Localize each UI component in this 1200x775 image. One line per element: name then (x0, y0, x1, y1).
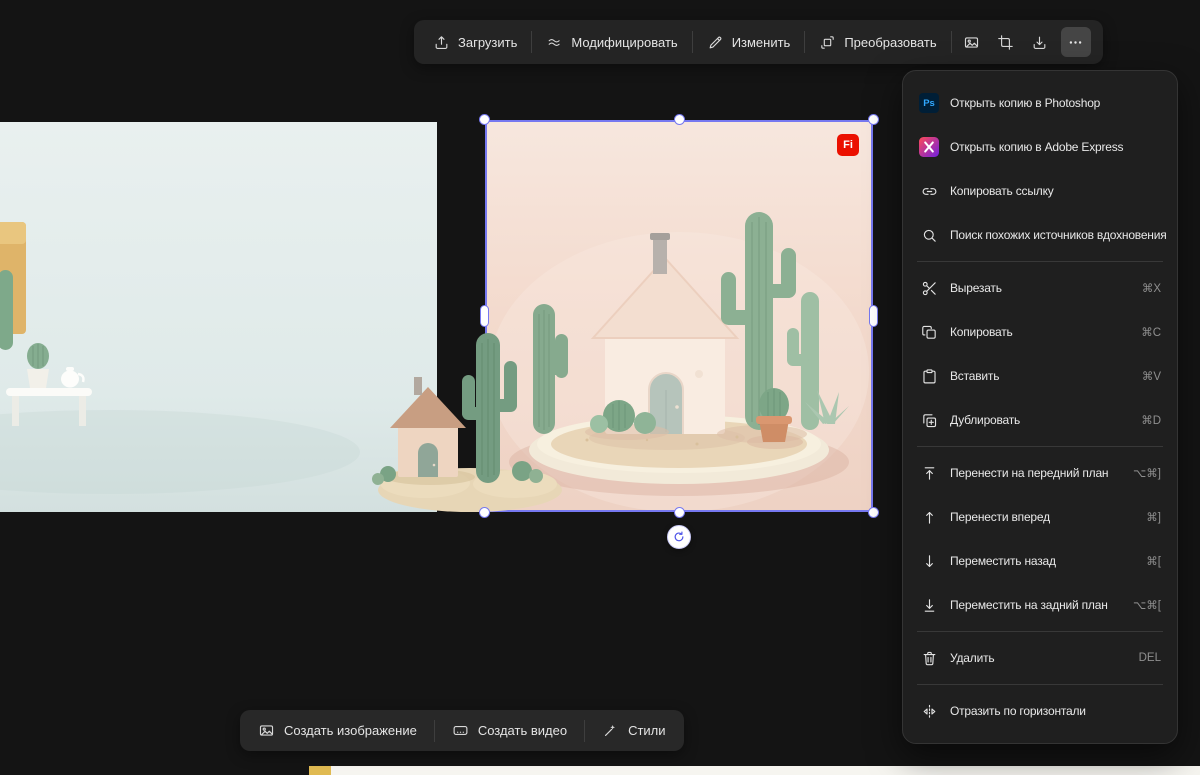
bottom-image-sliver-white[interactable] (331, 766, 1200, 775)
bottom-image-sliver-yellow[interactable] (309, 766, 331, 775)
search-icon (919, 225, 939, 245)
create-image-label: Создать изображение (284, 723, 417, 738)
flip-horizontal-icon (919, 701, 939, 721)
menu-item-bring-to-front[interactable]: Перенести на передний план ⌥⌘] (903, 451, 1177, 495)
menu-item-flip-horizontal[interactable]: Отразить по горизонтали (903, 689, 1177, 733)
edit-label: Изменить (732, 35, 791, 50)
firefly-badge: Fi (837, 134, 859, 156)
divider (917, 631, 1163, 632)
modify-waves-icon (546, 34, 563, 51)
upload-label: Загрузить (458, 35, 517, 50)
crop-button[interactable] (989, 26, 1023, 58)
modify-button[interactable]: Модифицировать (535, 26, 688, 58)
download-button[interactable] (1023, 26, 1057, 58)
canvas-image-small-house[interactable] (370, 325, 570, 520)
selection-handle-top-right[interactable] (868, 114, 879, 125)
download-icon (1031, 34, 1048, 51)
styles-label: Стили (628, 723, 665, 738)
transform-icon (819, 34, 836, 51)
create-image-button[interactable]: Создать изображение (244, 714, 431, 747)
more-options-button[interactable] (1061, 27, 1091, 57)
edit-button[interactable]: Изменить (696, 26, 802, 58)
selection-handle-top-middle[interactable] (674, 114, 685, 125)
top-toolbar: Загрузить Модифицировать Изменить Преобр… (414, 20, 1103, 64)
send-to-back-icon (919, 595, 939, 615)
rotate-arrow-icon (672, 530, 686, 544)
menu-item-copy[interactable]: Копировать ⌘C (903, 310, 1177, 354)
divider (692, 31, 693, 53)
selection-handle-middle-right[interactable] (869, 305, 878, 327)
copy-icon (919, 322, 939, 342)
duplicate-icon (919, 410, 939, 430)
trash-icon (919, 648, 939, 668)
divider (434, 720, 435, 742)
adobe-express-icon (919, 137, 939, 157)
transform-label: Преобразовать (844, 35, 936, 50)
bottom-toolbar: Создать изображение Создать видео Стили (240, 710, 684, 751)
divider (917, 684, 1163, 685)
rotate-handle[interactable] (667, 525, 691, 549)
bring-forward-icon (919, 507, 939, 527)
divider (917, 446, 1163, 447)
menu-item-duplicate[interactable]: Дублировать ⌘D (903, 398, 1177, 442)
link-icon (919, 181, 939, 201)
create-video-icon (452, 722, 469, 739)
pencil-icon (707, 34, 724, 51)
create-video-button[interactable]: Создать видео (438, 714, 581, 747)
selection-handle-bottom-right[interactable] (868, 507, 879, 518)
menu-item-open-express[interactable]: Открыть копию в Adobe Express (903, 125, 1177, 169)
divider (804, 31, 805, 53)
canvas[interactable]: Fi (0, 0, 1200, 775)
photoshop-icon: Ps (919, 93, 939, 113)
upload-icon (433, 34, 450, 51)
menu-item-search-similar[interactable]: Поиск похожих источников вдохновения (903, 213, 1177, 257)
modify-label: Модифицировать (571, 35, 677, 50)
scissors-icon (919, 278, 939, 298)
image-icon (963, 34, 980, 51)
divider (951, 31, 952, 53)
selection-handle-middle-left[interactable] (480, 305, 489, 327)
styles-wand-icon (602, 722, 619, 739)
image-tool-button[interactable] (955, 26, 989, 58)
divider (531, 31, 532, 53)
divider (584, 720, 585, 742)
styles-button[interactable]: Стили (588, 714, 679, 747)
menu-item-paste[interactable]: Вставить ⌘V (903, 354, 1177, 398)
crop-icon (997, 34, 1014, 51)
menu-item-delete[interactable]: Удалить DEL (903, 636, 1177, 680)
ellipsis-icon (1067, 34, 1084, 51)
transform-button[interactable]: Преобразовать (808, 26, 947, 58)
upload-button[interactable]: Загрузить (422, 26, 528, 58)
bring-to-front-icon (919, 463, 939, 483)
menu-item-copy-link[interactable]: Копировать ссылку (903, 169, 1177, 213)
menu-item-send-backward[interactable]: Переместить назад ⌘[ (903, 539, 1177, 583)
menu-item-bring-forward[interactable]: Перенести вперед ⌘] (903, 495, 1177, 539)
small-house-artwork (370, 325, 570, 520)
menu-item-cut[interactable]: Вырезать ⌘X (903, 266, 1177, 310)
context-menu: Ps Открыть копию в Photoshop Открыть коп… (902, 70, 1178, 744)
create-image-icon (258, 722, 275, 739)
divider (917, 261, 1163, 262)
selection-handle-bottom-middle[interactable] (674, 507, 685, 518)
menu-item-open-photoshop[interactable]: Ps Открыть копию в Photoshop (903, 81, 1177, 125)
selection-handle-top-left[interactable] (479, 114, 490, 125)
send-backward-icon (919, 551, 939, 571)
menu-item-send-to-back[interactable]: Переместить на задний план ⌥⌘[ (903, 583, 1177, 627)
selection-handle-bottom-left[interactable] (479, 507, 490, 518)
clipboard-icon (919, 366, 939, 386)
create-video-label: Создать видео (478, 723, 567, 738)
